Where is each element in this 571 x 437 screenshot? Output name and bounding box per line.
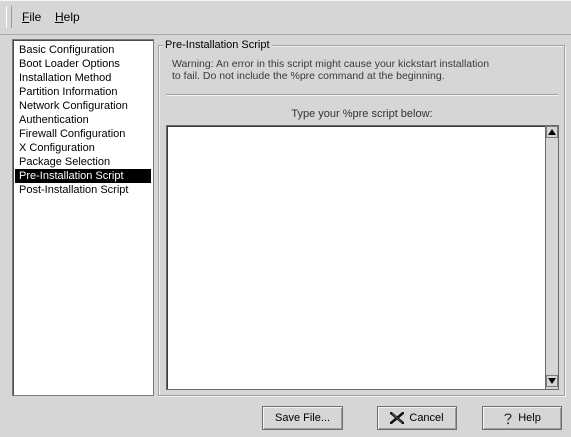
x-mark-icon xyxy=(390,412,405,424)
menu-bar: File Help xyxy=(0,0,571,35)
sidebar-item-firewall-configuration[interactable]: Firewall Configuration xyxy=(15,127,151,141)
sidebar-item-partition-information[interactable]: Partition Information xyxy=(15,85,151,99)
sidebar-item-installation-method[interactable]: Installation Method xyxy=(15,71,151,85)
sidebar-item-x-configuration[interactable]: X Configuration xyxy=(15,141,151,155)
sidebar-item-post-installation-script[interactable]: Post-Installation Script xyxy=(15,183,151,197)
arrow-up-icon xyxy=(548,129,556,135)
script-scrollbar[interactable] xyxy=(545,125,559,390)
save-file-button[interactable]: Save File... xyxy=(262,406,343,430)
script-prompt-label: Type your %pre script below: xyxy=(291,108,433,120)
arrow-down-icon xyxy=(548,378,556,384)
help-button[interactable]: Help xyxy=(482,406,562,430)
menu-file[interactable]: File xyxy=(22,10,41,24)
menu-help[interactable]: Help xyxy=(55,10,80,24)
sidebar-item-pre-installation-script[interactable]: Pre-Installation Script xyxy=(15,169,151,183)
scroll-up-button[interactable] xyxy=(546,126,558,138)
question-icon xyxy=(503,412,513,425)
scroll-down-button[interactable] xyxy=(546,375,558,387)
sidebar-item-basic-configuration[interactable]: Basic Configuration xyxy=(15,43,151,57)
pre-script-textarea[interactable] xyxy=(166,125,546,390)
sidebar-item-package-selection[interactable]: Package Selection xyxy=(15,155,151,169)
cancel-button[interactable]: Cancel xyxy=(377,406,457,430)
section-title: Pre-Installation Script xyxy=(163,39,272,51)
warning-text: Warning: An error in this script might c… xyxy=(172,58,490,82)
sidebar-item-boot-loader-options[interactable]: Boot Loader Options xyxy=(15,57,151,71)
sidebar-item-authentication[interactable]: Authentication xyxy=(15,113,151,127)
section-list: Basic Configuration Boot Loader Options … xyxy=(12,39,154,396)
sidebar-item-network-configuration[interactable]: Network Configuration xyxy=(15,99,151,113)
menubar-grip[interactable] xyxy=(6,6,12,28)
separator xyxy=(166,94,558,96)
